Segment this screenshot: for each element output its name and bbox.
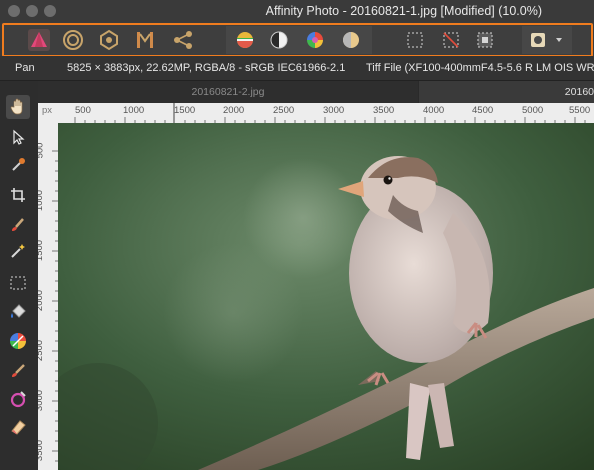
auto-white-balance-icon[interactable] — [338, 28, 364, 52]
photo-persona-icon[interactable] — [26, 28, 52, 52]
flood-fill-icon[interactable] — [6, 301, 30, 325]
invert-selection-icon[interactable] — [472, 28, 498, 52]
export-persona-icon[interactable] — [170, 28, 196, 52]
ruler-unit: px — [42, 105, 53, 116]
current-tool-label: Pan — [15, 62, 35, 74]
h-ruler-label: 1000 — [123, 105, 145, 116]
colour-picker-icon[interactable] — [6, 153, 30, 177]
document-canvas[interactable] — [58, 123, 594, 470]
h-ruler-label: 2000 — [223, 105, 245, 116]
vertical-ruler[interactable]: 500 1000 1500 2000 2500 3000 3500 — [38, 123, 59, 470]
horizontal-ruler[interactable]: px 500 1000 1500 2000 2500 3000 3500 400… — [38, 103, 594, 124]
tools-panel — [0, 81, 39, 470]
sparrow-photo — [58, 123, 594, 470]
gradient-tool-icon[interactable] — [6, 329, 30, 353]
h-ruler-label: 2500 — [273, 105, 295, 116]
develop-persona-icon[interactable] — [96, 28, 122, 52]
v-ruler-label: 2500 — [38, 339, 46, 362]
image-info: 5825 × 3883px, 22.62MP, RGBA/8 - sRGB IE… — [67, 62, 346, 74]
zoom-window-button[interactable] — [44, 5, 56, 17]
v-ruler-label: 500 — [38, 142, 46, 159]
h-ruler-label: 3000 — [323, 105, 345, 116]
title-bar: Affinity Photo - 20160821-1.jpg [Modifie… — [0, 0, 594, 23]
h-ruler-label: 5500 — [569, 105, 591, 116]
close-window-button[interactable] — [8, 5, 20, 17]
tone-mapping-persona-icon[interactable] — [132, 28, 158, 52]
paint-brush-icon[interactable] — [6, 359, 30, 383]
h-ruler-label: 5000 — [522, 105, 544, 116]
crop-tool-icon[interactable] — [6, 183, 30, 207]
eraser-tool-icon[interactable] — [6, 415, 30, 439]
window-title: Affinity Photo - 20160821-1.jpg [Modifie… — [265, 4, 542, 18]
tab-20160821-2[interactable]: 20160821-2.jpg — [38, 81, 418, 103]
deselect-icon[interactable] — [438, 28, 464, 52]
quick-mask-dropdown-icon[interactable] — [552, 28, 566, 52]
v-ruler-label: 2000 — [38, 289, 46, 312]
brush-tool-icon[interactable] — [6, 213, 30, 237]
file-info: Tiff File (XF100-400mmF4.5-5.6 R LM OIS … — [366, 62, 594, 74]
marquee-selection-icon[interactable] — [402, 28, 428, 52]
move-tool-icon[interactable] — [6, 125, 30, 149]
document-tabs: 20160821-2.jpg 20160 — [38, 81, 594, 103]
hand-tool-icon[interactable] — [6, 95, 30, 119]
context-toolbar: Pan 5825 × 3883px, 22.62MP, RGBA/8 - sRG… — [0, 56, 594, 81]
h-ruler-label: 1500 — [174, 105, 196, 116]
h-ruler-label: 4000 — [423, 105, 445, 116]
auto-colours-icon[interactable] — [302, 28, 328, 52]
toolbar-highlight-frame — [2, 23, 593, 57]
v-ruler-label: 3000 — [38, 389, 46, 412]
horizontal-ruler-ticks — [74, 103, 586, 123]
h-ruler-label: 4500 — [472, 105, 494, 116]
minimize-window-button[interactable] — [26, 5, 38, 17]
selection-brush-icon[interactable] — [6, 387, 30, 411]
v-ruler-label: 1000 — [38, 189, 46, 212]
rectangle-marquee-icon[interactable] — [6, 271, 30, 295]
auto-levels-icon[interactable] — [232, 28, 258, 52]
tab-20160821-1[interactable]: 20160 — [419, 81, 594, 103]
liquify-persona-icon[interactable] — [60, 28, 86, 52]
v-ruler-label: 3500 — [38, 439, 46, 462]
v-ruler-label: 1500 — [38, 239, 46, 262]
h-ruler-label: 500 — [75, 105, 91, 116]
quick-mask-icon[interactable] — [525, 28, 551, 52]
toolbar — [0, 22, 594, 57]
magic-wand-icon[interactable] — [6, 239, 30, 263]
h-ruler-label: 3500 — [373, 105, 395, 116]
auto-contrast-icon[interactable] — [266, 28, 292, 52]
